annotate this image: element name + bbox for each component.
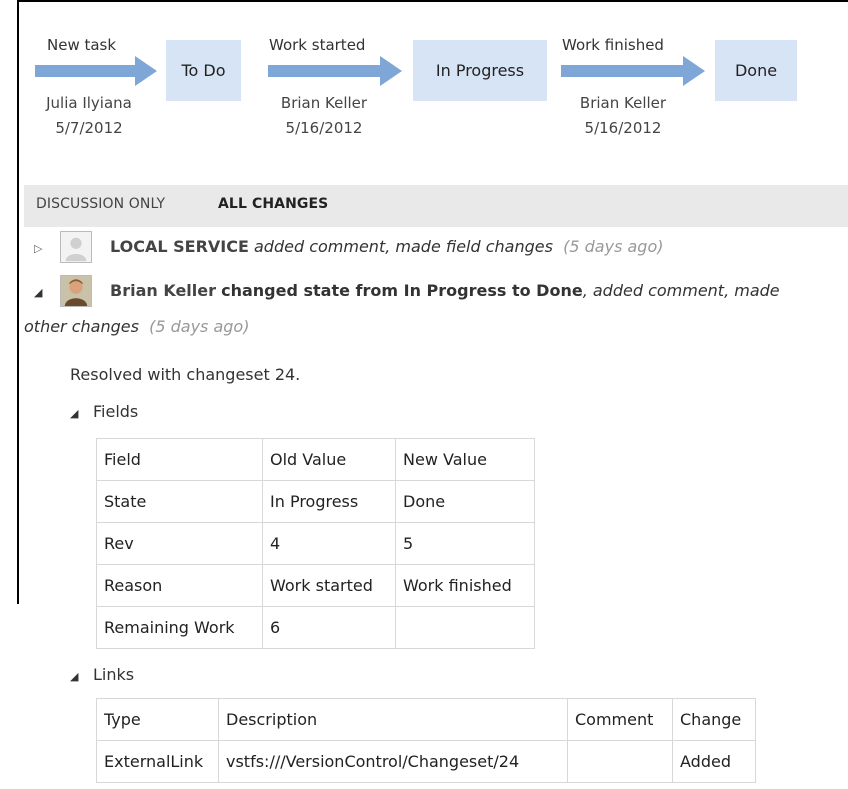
history-entry-brian-keller[interactable]: Brian Keller changed state from In Progr… xyxy=(110,281,780,300)
transition-label-work-started: Work started xyxy=(269,36,366,54)
header-old-value: Old Value xyxy=(262,438,396,481)
entry-time: (5 days ago) xyxy=(149,317,250,336)
cell-new: Done xyxy=(395,480,535,523)
table-row: Rev 4 5 xyxy=(96,522,535,565)
entry-summary-continued: other changes xyxy=(24,317,139,336)
state-in-progress: In Progress xyxy=(413,40,547,101)
cell-old: Work started xyxy=(262,564,396,607)
cell-field: Reason xyxy=(96,564,263,607)
transition-user: Brian Keller xyxy=(280,94,368,112)
links-heading: Links xyxy=(93,665,135,684)
tab-all-changes[interactable]: ALL CHANGES xyxy=(218,196,328,212)
transition-arrow-icon xyxy=(35,56,157,86)
table-header-row: Type Description Comment Change xyxy=(96,698,756,741)
entry-comment: Resolved with changeset 24. xyxy=(70,365,301,384)
cell-new: 5 xyxy=(395,522,535,565)
entry-user: LOCAL SERVICE xyxy=(110,237,249,256)
entry-state-change: changed state from In Progress to Done xyxy=(221,281,583,300)
history-entry-brian-keller-continued: other changes (5 days ago) xyxy=(24,317,249,336)
panel-border-line xyxy=(17,177,19,604)
cell-old: 4 xyxy=(262,522,396,565)
entry-user: Brian Keller xyxy=(110,281,217,300)
cell-field: Rev xyxy=(96,522,263,565)
header-field: Field xyxy=(96,438,263,481)
entry-summary: , added comment, made xyxy=(582,281,780,300)
transition-arrow-icon xyxy=(268,56,402,86)
cell-field: Remaining Work xyxy=(96,606,263,649)
entry-time: (5 days ago) xyxy=(563,237,664,256)
cell-change: Added xyxy=(672,740,756,783)
state-todo: To Do xyxy=(166,40,241,101)
history-tab-bar: DISCUSSION ONLY ALL CHANGES xyxy=(24,185,848,227)
cell-new xyxy=(395,606,535,649)
table-row: Reason Work started Work finished xyxy=(96,564,535,607)
state-done: Done xyxy=(715,40,797,101)
header-comment: Comment xyxy=(567,698,673,741)
transition-label-work-finished: Work finished xyxy=(562,36,664,54)
collapse-toggle-icon[interactable]: ◢ xyxy=(34,286,42,299)
links-table: Type Description Comment Change External… xyxy=(96,698,756,783)
entry-summary: added comment, made field changes xyxy=(254,237,553,256)
transition-date: 5/16/2012 xyxy=(285,119,363,137)
header-change: Change xyxy=(672,698,756,741)
fields-table: Field Old Value New Value State In Progr… xyxy=(96,438,535,649)
table-row: State In Progress Done xyxy=(96,480,535,523)
cell-old: 6 xyxy=(262,606,396,649)
cell-type: ExternalLink xyxy=(96,740,219,783)
table-header-row: Field Old Value New Value xyxy=(96,438,535,481)
cell-old: In Progress xyxy=(262,480,396,523)
transition-label-new-task: New task xyxy=(47,36,117,54)
cell-field: State xyxy=(96,480,263,523)
header-type: Type xyxy=(96,698,219,741)
fields-heading: Fields xyxy=(93,402,139,421)
cell-comment xyxy=(567,740,673,783)
tab-discussion-only[interactable]: DISCUSSION ONLY xyxy=(36,196,165,212)
expand-toggle-icon[interactable]: ▷ xyxy=(34,242,42,255)
cell-new: Work finished xyxy=(395,564,535,607)
header-description: Description xyxy=(218,698,568,741)
transition-date: 5/7/2012 xyxy=(55,119,123,137)
transition-arrow-icon xyxy=(561,56,705,86)
fields-collapse-icon[interactable]: ◢ xyxy=(70,407,78,420)
history-entry-local-service[interactable]: LOCAL SERVICE added comment, made field … xyxy=(110,237,663,256)
table-row: ExternalLink vstfs:///VersionControl/Cha… xyxy=(96,740,756,783)
links-collapse-icon[interactable]: ◢ xyxy=(70,670,78,683)
transition-date: 5/16/2012 xyxy=(584,119,662,137)
cell-description-link[interactable]: vstfs:///VersionControl/Changeset/24 xyxy=(218,740,568,783)
transition-user: Brian Keller xyxy=(579,94,667,112)
transition-user: Julia Ilyiana xyxy=(46,94,132,112)
avatar-photo-icon xyxy=(60,275,92,307)
avatar-placeholder-icon xyxy=(60,231,92,263)
header-new-value: New Value xyxy=(395,438,535,481)
table-row: Remaining Work 6 xyxy=(96,606,535,649)
